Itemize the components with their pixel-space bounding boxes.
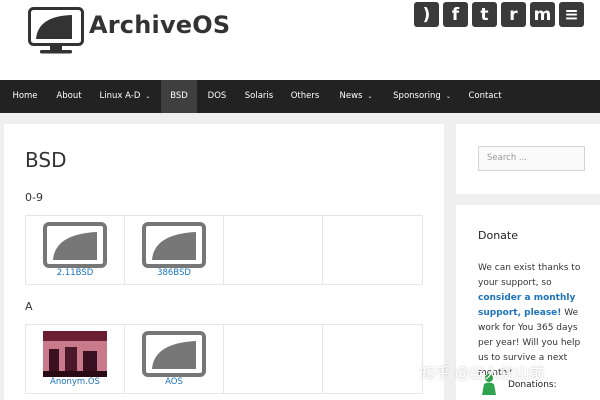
empty-cell [323, 325, 422, 393]
twitter-icon[interactable]: t [472, 2, 497, 27]
mastodon-icon[interactable]: m [530, 2, 555, 27]
nav-others[interactable]: Others [282, 80, 328, 113]
watermark: 知乎 @出入住山前 [420, 364, 545, 382]
social-links: ) f t r m ≡ [414, 2, 584, 27]
empty-cell [323, 216, 422, 284]
monitor-logo-icon[interactable] [28, 7, 84, 55]
os-card[interactable]: AOS [125, 325, 224, 393]
os-link[interactable]: Anonym.OS [26, 377, 124, 387]
nav-label: About [56, 91, 82, 101]
os-link[interactable]: AOS [125, 377, 223, 387]
anonym-os-thumbnail[interactable] [43, 331, 107, 377]
nav-about[interactable]: About [50, 80, 88, 113]
search-widget: Search ... [456, 124, 600, 194]
nav-label: DOS [207, 91, 227, 101]
nav-dos[interactable]: DOS [198, 80, 236, 113]
donate-text-intro: We can exist thanks to your support, so [478, 263, 581, 288]
nav-label: BSD [170, 91, 188, 101]
os-card[interactable]: 386BSD [125, 216, 224, 284]
nav-bsd[interactable]: BSD [161, 80, 197, 113]
os-card[interactable]: Anonym.OS [26, 325, 125, 393]
facebook-icon[interactable]: f [443, 2, 468, 27]
monitor-placeholder-icon[interactable] [142, 222, 206, 268]
nav-label: Contact [468, 91, 502, 101]
os-link[interactable]: 2.11BSD [26, 268, 124, 278]
monitor-placeholder-icon[interactable] [43, 222, 107, 268]
main-navigation: Home About Linux A-D ⌄ BSD DOS Solaris Ot… [0, 80, 600, 113]
nav-solaris[interactable]: Solaris [236, 80, 282, 113]
page-title: BSD [25, 148, 67, 172]
chevron-down-icon: ⌄ [145, 93, 151, 100]
nav-label: Solaris [244, 91, 274, 101]
main-content: BSD 0-9 2.11BSD 386BSD A Anonym.OS AOS [4, 124, 444, 400]
nav-label: News [339, 91, 363, 101]
nav-label: Linux A-D [99, 91, 141, 101]
nav-linux-a-d[interactable]: Linux A-D ⌄ [90, 80, 160, 113]
os-grid: 2.11BSD 386BSD [25, 215, 423, 285]
chevron-down-icon: ⌄ [445, 93, 451, 100]
nav-news[interactable]: News ⌄ [330, 80, 382, 113]
nav-label: Home [12, 91, 38, 101]
os-card[interactable]: 2.11BSD [26, 216, 125, 284]
site-header: ArchiveOS ) f t r m ≡ [0, 0, 600, 80]
monitor-placeholder-icon[interactable] [142, 331, 206, 377]
site-title[interactable]: ArchiveOS [89, 11, 230, 39]
empty-cell [224, 216, 323, 284]
nav-home[interactable]: Home [0, 80, 50, 113]
rss-icon[interactable]: ) [414, 2, 439, 27]
nav-label: Sponsoring [393, 91, 441, 101]
feed-icon[interactable]: ≡ [559, 2, 584, 27]
os-link[interactable]: 386BSD [125, 268, 223, 278]
donate-title: Donate [478, 229, 518, 242]
section-label: A [25, 300, 33, 313]
nav-label: Others [290, 91, 320, 101]
chevron-down-icon: ⌄ [367, 93, 373, 100]
section-label: 0-9 [25, 191, 43, 204]
nav-sponsoring[interactable]: Sponsoring ⌄ [384, 80, 460, 113]
empty-cell [224, 325, 323, 393]
nav-contact[interactable]: Contact [462, 80, 508, 113]
search-input[interactable]: Search ... [478, 146, 585, 171]
os-grid: Anonym.OS AOS [25, 324, 423, 394]
reddit-icon[interactable]: r [501, 2, 526, 27]
